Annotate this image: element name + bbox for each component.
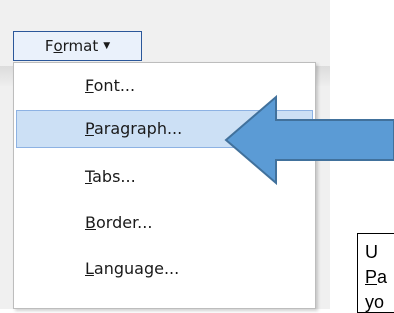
menu-item-font[interactable]: Font... (16, 67, 313, 105)
callout-text: U Pa yo (365, 240, 387, 312)
format-label-pre: F (44, 37, 54, 55)
callout-box: U Pa yo (357, 233, 394, 313)
format-label-mnemonic: o (53, 37, 63, 55)
chevron-down-icon: ▼ (103, 40, 111, 51)
callout-mnemonic: P (365, 267, 378, 287)
menu-item-label: abs... (92, 167, 136, 186)
format-menu-button[interactable]: Fo rmat ▼ (13, 31, 142, 61)
menu-item-mnemonic: P (85, 119, 94, 138)
menu-item-label: aragraph... (93, 119, 183, 138)
menu-item-language[interactable]: Language... (16, 250, 313, 288)
menu-item-mnemonic: L (85, 259, 94, 278)
menu-item-label: ont... (93, 76, 136, 95)
menu-item-label: order... (95, 213, 153, 232)
menu-item-mnemonic: F (85, 76, 94, 95)
menu-item-label: anguage... (93, 259, 180, 278)
menu-item-paragraph[interactable]: Paragraph... (16, 110, 313, 148)
callout-line-2-rest: a (377, 267, 388, 287)
menu-item-mnemonic: B (85, 213, 96, 232)
menu-item-border[interactable]: Border... (16, 204, 313, 242)
callout-line-1: U (365, 242, 378, 262)
callout-line-2: Pa (365, 265, 387, 290)
callout-line-3: yo (365, 292, 385, 312)
menu-item-tabs[interactable]: Tabs... (16, 158, 313, 196)
format-label-post: rmat (62, 37, 99, 55)
format-dropdown-menu: Font... Paragraph... Tabs... Border... L… (13, 62, 316, 309)
